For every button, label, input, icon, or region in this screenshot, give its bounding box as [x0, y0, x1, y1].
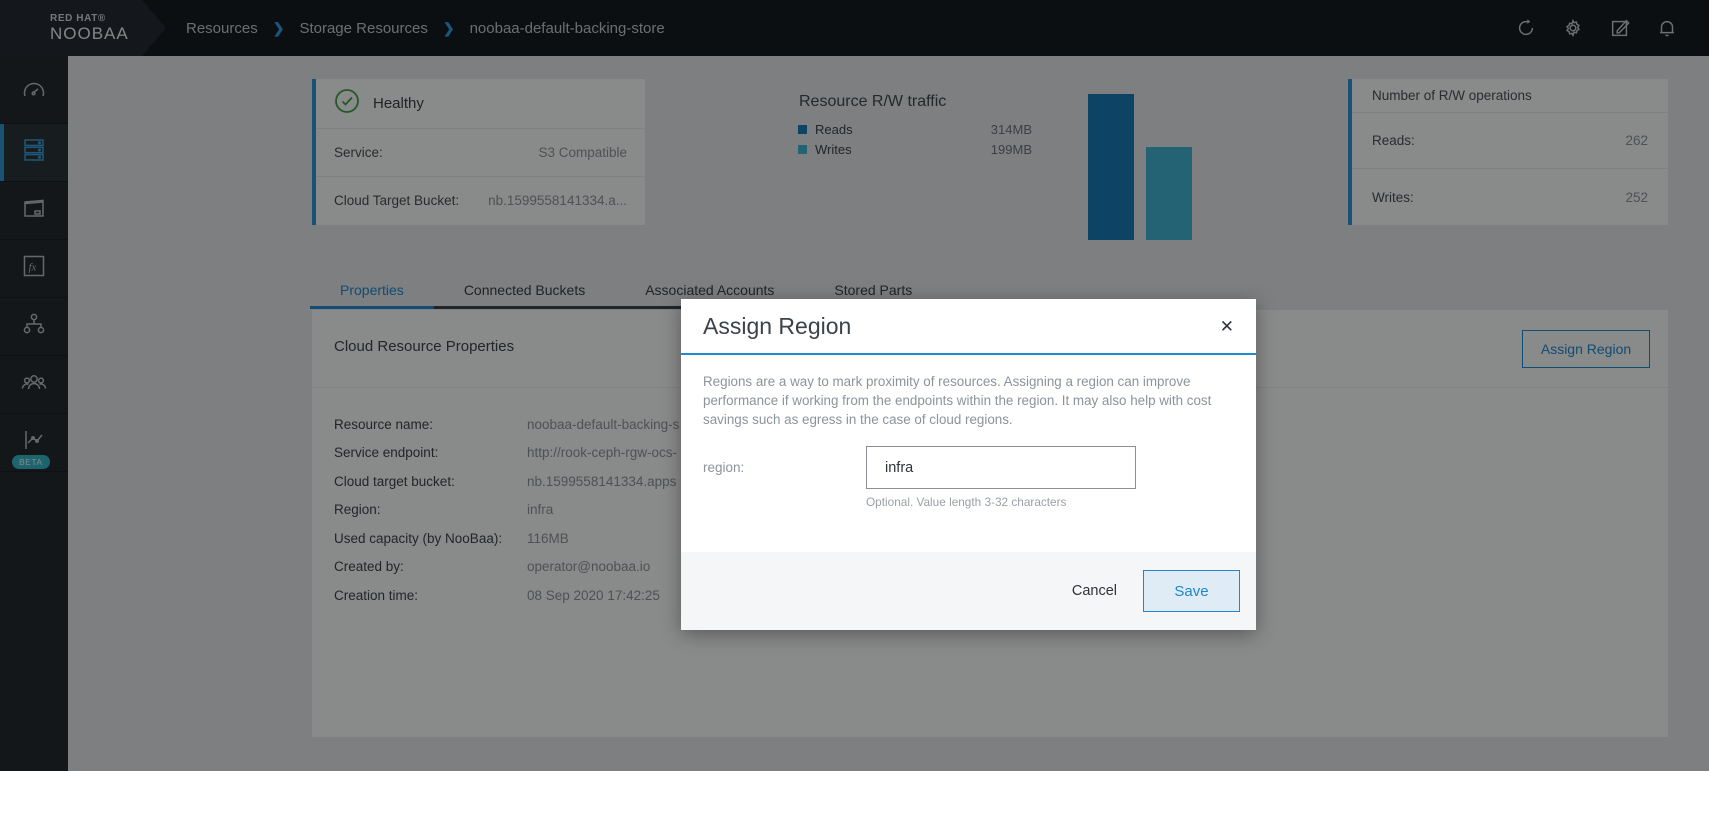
region-field-label: region: — [703, 446, 866, 509]
app-window: RED HAT® NOOBAA Resources ❯ Storage Reso… — [0, 0, 1709, 771]
modal-title: Assign Region — [703, 313, 851, 340]
cancel-button[interactable]: Cancel — [1072, 583, 1117, 599]
close-icon[interactable]: ✕ — [1220, 318, 1234, 335]
region-helper-text: Optional. Value length 3-32 characters — [866, 495, 1136, 509]
save-button[interactable]: Save — [1143, 570, 1240, 612]
modal-description: Regions are a way to mark proximity of r… — [703, 372, 1234, 429]
region-input[interactable] — [866, 446, 1136, 489]
assign-region-modal: Assign Region ✕ Regions are a way to mar… — [681, 299, 1256, 630]
